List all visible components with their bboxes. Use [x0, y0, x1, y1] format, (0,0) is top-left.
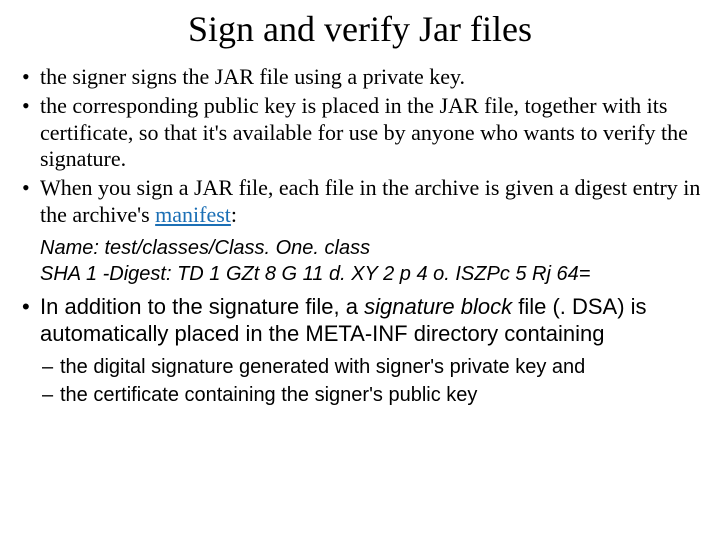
bullet-item: the corresponding public key is placed i… [18, 93, 702, 173]
sub-bullet-list: the digital signature generated with sig… [40, 354, 702, 408]
bullet-text: When you sign a JAR file, each file in t… [40, 175, 700, 227]
bullet-em: signature block [364, 294, 512, 319]
manifest-link[interactable]: manifest [155, 202, 231, 227]
sub-bullet-item: the certificate containing the signer's … [40, 382, 702, 408]
bullet-item: the signer signs the JAR file using a pr… [18, 64, 702, 91]
bullet-text: In addition to the signature file, a [40, 294, 364, 319]
bullet-list: the signer signs the JAR file using a pr… [18, 64, 702, 229]
bullet-item: In addition to the signature file, a sig… [18, 293, 702, 348]
bullet-item: When you sign a JAR file, each file in t… [18, 175, 702, 229]
sub-bullet-item: the digital signature generated with sig… [40, 354, 702, 380]
bullet-text: : [231, 202, 237, 227]
slide-title: Sign and verify Jar files [18, 8, 702, 50]
bullet-list-2: In addition to the signature file, a sig… [18, 293, 702, 348]
code-block: Name: test/classes/Class. One. class SHA… [40, 235, 702, 287]
code-line: SHA 1 -Digest: TD 1 GZt 8 G 11 d. XY 2 p… [40, 261, 702, 287]
code-line: Name: test/classes/Class. One. class [40, 235, 702, 261]
